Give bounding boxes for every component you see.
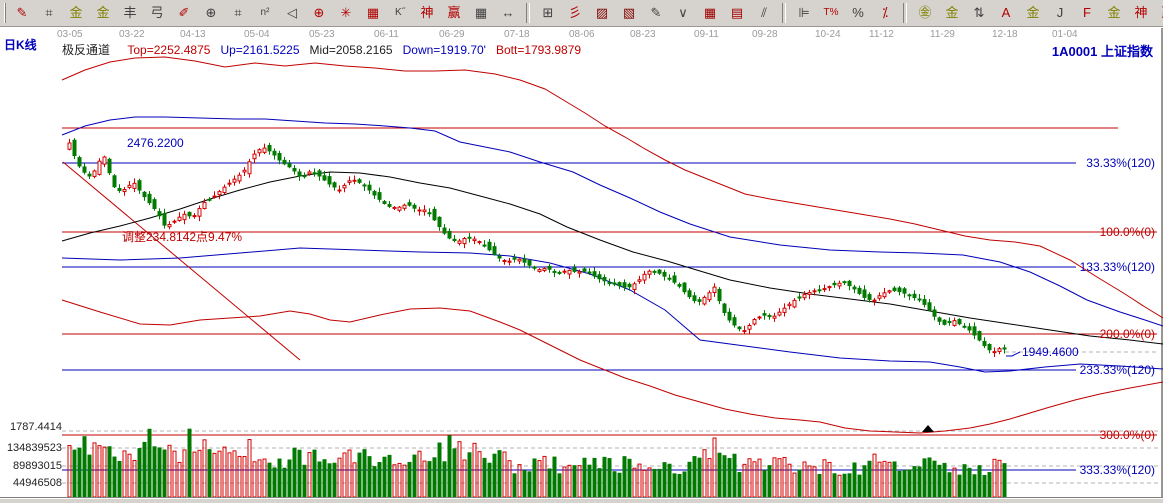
pencil-lines-icon[interactable]: ✎ bbox=[644, 2, 668, 24]
toolbar-separator bbox=[782, 3, 786, 23]
gold-circle-icon[interactable]: ㊎ bbox=[913, 2, 937, 24]
date-tick: 09-11 bbox=[694, 29, 719, 40]
gold-tool2-icon[interactable]: 金 bbox=[91, 2, 115, 24]
fib-level-label: 200.0%(0) bbox=[1100, 327, 1155, 341]
scale-label: 1787.4414 bbox=[2, 421, 62, 433]
box-shade-icon[interactable]: ▨ bbox=[590, 2, 614, 24]
window-plus-icon[interactable]: ⊞ bbox=[536, 2, 560, 24]
fib-level-label: 33.33%(120) bbox=[1086, 156, 1155, 170]
horizontal-scrollbar[interactable] bbox=[0, 497, 1163, 503]
red-grid2-icon[interactable]: ▤ bbox=[725, 2, 749, 24]
fib-level-label: 300.0%(0) bbox=[1100, 428, 1155, 442]
indicator-row: 极反通道 Top=2252.4875 Up=2161.5225 Mid=2058.2… bbox=[62, 41, 591, 58]
indicator-value: Mid=2058.2165 bbox=[310, 43, 393, 57]
ying-angle-icon[interactable]: 赢 bbox=[1156, 2, 1163, 24]
scale-label: 44946508 bbox=[2, 477, 62, 489]
gold-underline-icon[interactable]: 金 bbox=[1021, 2, 1045, 24]
gold-angle-icon[interactable]: 金 bbox=[1102, 2, 1126, 24]
scale-label: 89893015 bbox=[2, 460, 62, 472]
date-tick: 11-12 bbox=[869, 29, 894, 40]
symbol-label: 1A0001 上证指数 bbox=[1052, 41, 1153, 60]
chart-panel: 日K线 1A0001 上证指数 03-05 03-22 04-13 05-04 05-2… bbox=[0, 28, 1163, 497]
fib-level-label: 133.33%(120) bbox=[1080, 260, 1155, 274]
updown-icon[interactable]: ⇅ bbox=[967, 2, 991, 24]
date-tick: 09-28 bbox=[752, 29, 778, 40]
j-angle-icon[interactable]: J bbox=[1048, 2, 1072, 24]
toolbar-grip[interactable] bbox=[4, 3, 6, 23]
chart-canvas[interactable] bbox=[0, 28, 1163, 497]
a-wave-icon[interactable]: A bbox=[994, 2, 1018, 24]
indicator-value: Down=1919.70' bbox=[403, 43, 486, 57]
indicator-name[interactable]: 极反通道 bbox=[62, 43, 110, 57]
period-label[interactable]: 日K线 bbox=[4, 36, 37, 53]
n-squared-icon[interactable]: n² bbox=[253, 2, 277, 24]
date-tick: 11-29 bbox=[930, 29, 955, 40]
date-tick: 05-04 bbox=[244, 29, 270, 40]
date-tick: 06-29 bbox=[439, 29, 465, 40]
gold-tool-icon[interactable]: 金 bbox=[64, 2, 88, 24]
indicator-value: Up=2161.5225 bbox=[220, 43, 299, 57]
toolbar-separator bbox=[903, 3, 907, 23]
box-rays-icon[interactable]: ▧ bbox=[617, 2, 641, 24]
crosshair-icon[interactable]: ⊕ bbox=[307, 2, 331, 24]
date-tick: 10-24 bbox=[815, 29, 841, 40]
gold-line-icon[interactable]: 金 bbox=[940, 2, 964, 24]
date-tick: 06-11 bbox=[374, 29, 399, 40]
percent-line-icon[interactable]: ⁒ bbox=[873, 2, 897, 24]
date-tick: 01-04 bbox=[1052, 29, 1078, 40]
width-span-icon[interactable]: ↔ bbox=[496, 2, 520, 24]
f-angle-icon[interactable]: F bbox=[1075, 2, 1099, 24]
fib-level-label: 100.0%(0) bbox=[1100, 225, 1155, 239]
starburst-icon[interactable]: ✳ bbox=[334, 2, 358, 24]
brush-ruler-icon[interactable]: ✐ bbox=[172, 2, 196, 24]
percent-icon[interactable]: % bbox=[846, 2, 870, 24]
chart-annotation: 2476.2200 bbox=[127, 136, 184, 150]
feng-tool-icon[interactable]: 丰 bbox=[118, 2, 142, 24]
ray-fan-icon[interactable]: 彡 bbox=[563, 2, 587, 24]
check-lines-icon[interactable]: ∨ bbox=[671, 2, 695, 24]
date-tick: 03-22 bbox=[119, 29, 145, 40]
chart-annotation: 1949.4600 bbox=[1022, 345, 1079, 359]
red-gridbox-icon[interactable]: ▦ bbox=[361, 2, 385, 24]
date-tick: 05-23 bbox=[309, 29, 335, 40]
date-tick: 12-18 bbox=[992, 29, 1018, 40]
bow-tool-icon[interactable]: 弓 bbox=[145, 2, 169, 24]
red-grid1-icon[interactable]: ▦ bbox=[698, 2, 722, 24]
date-tick: 04-13 bbox=[180, 29, 206, 40]
toolbar: ✎⌗金金丰弓✐⊕⌗n²◁⊕✳▦K˝神赢▦↔⊞彡▨▧✎∨▦▤⫽⊫T%%⁒㊎金⇅A金… bbox=[0, 0, 1163, 27]
pennant-icon[interactable]: ◁ bbox=[280, 2, 304, 24]
hash2-icon[interactable]: ⌗ bbox=[226, 2, 250, 24]
chart-annotation: 调整234.8142点9.47% bbox=[122, 228, 242, 245]
ying-tool-icon[interactable]: 赢 bbox=[442, 2, 466, 24]
k-mark-icon[interactable]: K˝ bbox=[388, 2, 412, 24]
indicator-value: Bott=1793.9879 bbox=[496, 43, 581, 57]
gridbox-icon[interactable]: ▦ bbox=[469, 2, 493, 24]
toolbar-separator bbox=[526, 3, 530, 23]
fib-level-label: 333.33%(120) bbox=[1080, 463, 1155, 477]
grid-hash-icon[interactable]: ⌗ bbox=[37, 2, 61, 24]
target-circle-icon[interactable]: ⊕ bbox=[199, 2, 223, 24]
draw-brush-icon[interactable]: ✎ bbox=[10, 2, 34, 24]
date-tick: 07-18 bbox=[504, 29, 530, 40]
shen-tool-icon[interactable]: 神 bbox=[415, 2, 439, 24]
slash-lines-icon[interactable]: ⫽ bbox=[752, 2, 776, 24]
date-tick: 08-23 bbox=[630, 29, 656, 40]
percent-red-icon[interactable]: T% bbox=[819, 2, 843, 24]
scale-label: 134839523 bbox=[2, 442, 62, 454]
shen-angle-icon[interactable]: 神 bbox=[1129, 2, 1153, 24]
indicator-value: Top=2252.4875 bbox=[127, 43, 210, 57]
date-tick: 03-05 bbox=[57, 29, 83, 40]
bar-scale-icon[interactable]: ⊫ bbox=[792, 2, 816, 24]
fib-level-label: 233.33%(120) bbox=[1080, 363, 1155, 377]
date-tick: 08-06 bbox=[569, 29, 595, 40]
